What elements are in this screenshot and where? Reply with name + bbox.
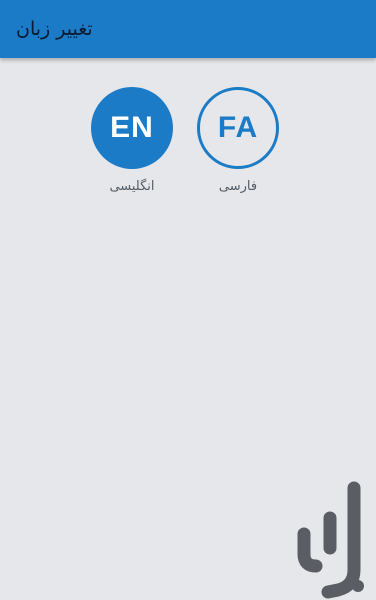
language-button-en[interactable]: EN [91,87,173,169]
language-option-english[interactable]: EN انگلیسی [82,87,182,194]
app-bar: تغییر زبان [0,0,376,58]
page-title: تغییر زبان [16,18,93,40]
language-option-persian[interactable]: FA فارسی [188,87,288,194]
language-label-persian: فارسی [218,179,258,194]
language-button-fa[interactable]: FA [197,87,279,169]
store-logo-icon [297,481,364,599]
language-label-english: انگلیسی [109,179,155,194]
